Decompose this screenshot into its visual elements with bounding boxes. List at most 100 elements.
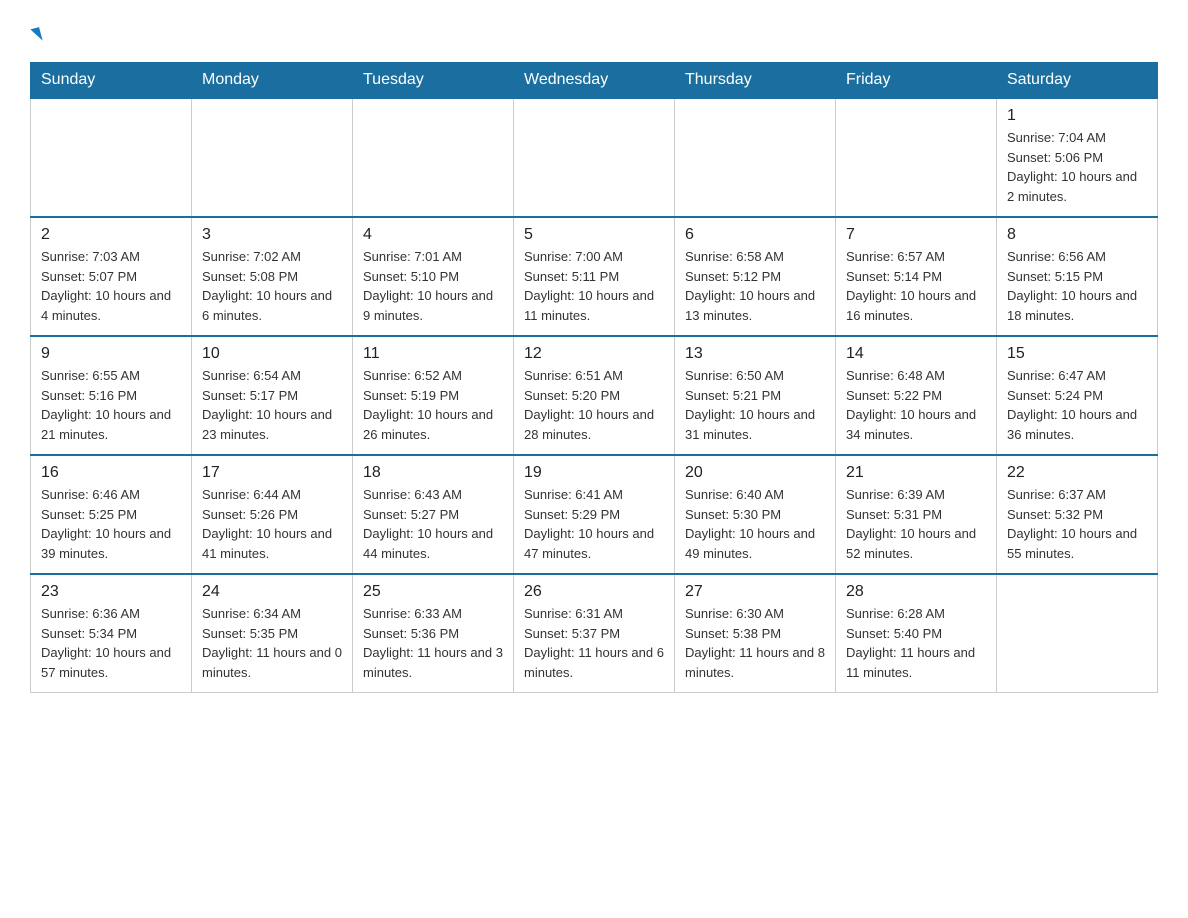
day-number: 2 xyxy=(41,226,181,244)
day-info: Sunrise: 7:03 AMSunset: 5:07 PMDaylight:… xyxy=(41,247,181,325)
day-number: 25 xyxy=(363,583,503,601)
calendar-cell: 17 Sunrise: 6:44 AMSunset: 5:26 PMDayligh… xyxy=(192,455,353,574)
calendar-cell: 5 Sunrise: 7:00 AMSunset: 5:11 PMDaylight… xyxy=(514,217,675,336)
calendar-cell: 16 Sunrise: 6:46 AMSunset: 5:25 PMDayligh… xyxy=(31,455,192,574)
calendar-cell: 7 Sunrise: 6:57 AMSunset: 5:14 PMDaylight… xyxy=(836,217,997,336)
calendar-cell: 20 Sunrise: 6:40 AMSunset: 5:30 PMDayligh… xyxy=(675,455,836,574)
day-info: Sunrise: 6:28 AMSunset: 5:40 PMDaylight:… xyxy=(846,604,986,682)
calendar-cell: 4 Sunrise: 7:01 AMSunset: 5:10 PMDaylight… xyxy=(353,217,514,336)
calendar-cell: 28 Sunrise: 6:28 AMSunset: 5:40 PMDayligh… xyxy=(836,574,997,693)
logo xyxy=(30,20,41,44)
calendar-cell: 3 Sunrise: 7:02 AMSunset: 5:08 PMDaylight… xyxy=(192,217,353,336)
day-info: Sunrise: 6:34 AMSunset: 5:35 PMDaylight:… xyxy=(202,604,342,682)
day-number: 27 xyxy=(685,583,825,601)
day-number: 23 xyxy=(41,583,181,601)
calendar-cell xyxy=(192,98,353,217)
calendar-cell: 18Sunrise: 6:43 AMSunset: 5:27 PMDayligh… xyxy=(353,455,514,574)
day-number: 13 xyxy=(685,345,825,363)
day-info: Sunrise: 6:36 AMSunset: 5:34 PMDaylight:… xyxy=(41,604,181,682)
day-number: 7 xyxy=(846,226,986,244)
calendar-cell: 26Sunrise: 6:31 AMSunset: 5:37 PMDayligh… xyxy=(514,574,675,693)
day-info: Sunrise: 6:41 AMSunset: 5:29 PMDaylight:… xyxy=(524,485,664,563)
day-number: 5 xyxy=(524,226,664,244)
calendar-cell: 8 Sunrise: 6:56 AMSunset: 5:15 PMDaylight… xyxy=(997,217,1158,336)
day-info: Sunrise: 6:48 AMSunset: 5:22 PMDaylight:… xyxy=(846,366,986,444)
day-info: Sunrise: 7:00 AMSunset: 5:11 PMDaylight:… xyxy=(524,247,664,325)
day-number: 15 xyxy=(1007,345,1147,363)
calendar-cell: 24 Sunrise: 6:34 AMSunset: 5:35 PMDayligh… xyxy=(192,574,353,693)
day-number: 4 xyxy=(363,226,503,244)
day-number: 12 xyxy=(524,345,664,363)
day-number: 1 xyxy=(1007,107,1147,125)
calendar-week-row: 16 Sunrise: 6:46 AMSunset: 5:25 PMDayligh… xyxy=(31,455,1158,574)
calendar-table: SundayMondayTuesdayWednesdayThursdayFrid… xyxy=(30,62,1158,693)
day-info: Sunrise: 6:54 AMSunset: 5:17 PMDaylight:… xyxy=(202,366,342,444)
logo-general-line xyxy=(30,20,41,44)
day-info: Sunrise: 6:39 AMSunset: 5:31 PMDaylight:… xyxy=(846,485,986,563)
day-info: Sunrise: 6:52 AMSunset: 5:19 PMDaylight:… xyxy=(363,366,503,444)
day-info: Sunrise: 6:30 AMSunset: 5:38 PMDaylight:… xyxy=(685,604,825,682)
day-number: 28 xyxy=(846,583,986,601)
day-header-thursday: Thursday xyxy=(675,63,836,99)
day-header-tuesday: Tuesday xyxy=(353,63,514,99)
day-number: 20 xyxy=(685,464,825,482)
calendar-cell: 27 Sunrise: 6:30 AMSunset: 5:38 PMDayligh… xyxy=(675,574,836,693)
calendar-cell: 21 Sunrise: 6:39 AMSunset: 5:31 PMDayligh… xyxy=(836,455,997,574)
calendar-cell xyxy=(675,98,836,217)
calendar-cell: 1 Sunrise: 7:04 AMSunset: 5:06 PMDaylight… xyxy=(997,98,1158,217)
day-number: 17 xyxy=(202,464,342,482)
calendar-week-row: 23 Sunrise: 6:36 AMSunset: 5:34 PMDayligh… xyxy=(31,574,1158,693)
day-number: 14 xyxy=(846,345,986,363)
calendar-cell xyxy=(514,98,675,217)
calendar-week-row: 1 Sunrise: 7:04 AMSunset: 5:06 PMDaylight… xyxy=(31,98,1158,217)
day-number: 22 xyxy=(1007,464,1147,482)
day-number: 8 xyxy=(1007,226,1147,244)
calendar-cell: 2 Sunrise: 7:03 AMSunset: 5:07 PMDaylight… xyxy=(31,217,192,336)
day-info: Sunrise: 6:40 AMSunset: 5:30 PMDaylight:… xyxy=(685,485,825,563)
day-number: 3 xyxy=(202,226,342,244)
day-info: Sunrise: 6:44 AMSunset: 5:26 PMDaylight:… xyxy=(202,485,342,563)
calendar-cell: 9 Sunrise: 6:55 AMSunset: 5:16 PMDaylight… xyxy=(31,336,192,455)
calendar-cell: 6 Sunrise: 6:58 AMSunset: 5:12 PMDaylight… xyxy=(675,217,836,336)
calendar-cell: 12 Sunrise: 6:51 AMSunset: 5:20 PMDayligh… xyxy=(514,336,675,455)
day-info: Sunrise: 6:31 AMSunset: 5:37 PMDaylight:… xyxy=(524,604,664,682)
calendar-cell xyxy=(31,98,192,217)
day-number: 16 xyxy=(41,464,181,482)
day-header-wednesday: Wednesday xyxy=(514,63,675,99)
day-header-sunday: Sunday xyxy=(31,63,192,99)
day-info: Sunrise: 6:58 AMSunset: 5:12 PMDaylight:… xyxy=(685,247,825,325)
logo-triangle-icon xyxy=(30,27,42,43)
day-info: Sunrise: 7:04 AMSunset: 5:06 PMDaylight:… xyxy=(1007,128,1147,206)
day-info: Sunrise: 6:46 AMSunset: 5:25 PMDaylight:… xyxy=(41,485,181,563)
day-info: Sunrise: 7:01 AMSunset: 5:10 PMDaylight:… xyxy=(363,247,503,325)
calendar-cell xyxy=(353,98,514,217)
day-info: Sunrise: 6:56 AMSunset: 5:15 PMDaylight:… xyxy=(1007,247,1147,325)
calendar-cell: 14 Sunrise: 6:48 AMSunset: 5:22 PMDayligh… xyxy=(836,336,997,455)
day-info: Sunrise: 6:57 AMSunset: 5:14 PMDaylight:… xyxy=(846,247,986,325)
day-number: 24 xyxy=(202,583,342,601)
calendar-week-row: 2 Sunrise: 7:03 AMSunset: 5:07 PMDaylight… xyxy=(31,217,1158,336)
calendar-cell: 23 Sunrise: 6:36 AMSunset: 5:34 PMDayligh… xyxy=(31,574,192,693)
calendar-cell: 13 Sunrise: 6:50 AMSunset: 5:21 PMDayligh… xyxy=(675,336,836,455)
day-info: Sunrise: 6:55 AMSunset: 5:16 PMDaylight:… xyxy=(41,366,181,444)
calendar-week-row: 9 Sunrise: 6:55 AMSunset: 5:16 PMDaylight… xyxy=(31,336,1158,455)
day-info: Sunrise: 7:02 AMSunset: 5:08 PMDaylight:… xyxy=(202,247,342,325)
calendar-header-row: SundayMondayTuesdayWednesdayThursdayFrid… xyxy=(31,63,1158,99)
day-number: 21 xyxy=(846,464,986,482)
day-header-monday: Monday xyxy=(192,63,353,99)
day-info: Sunrise: 6:33 AMSunset: 5:36 PMDaylight:… xyxy=(363,604,503,682)
day-info: Sunrise: 6:50 AMSunset: 5:21 PMDaylight:… xyxy=(685,366,825,444)
day-number: 9 xyxy=(41,345,181,363)
calendar-cell xyxy=(836,98,997,217)
page-header xyxy=(30,20,1158,44)
day-info: Sunrise: 6:51 AMSunset: 5:20 PMDaylight:… xyxy=(524,366,664,444)
day-number: 6 xyxy=(685,226,825,244)
day-info: Sunrise: 6:43 AMSunset: 5:27 PMDaylight:… xyxy=(363,485,503,563)
day-number: 11 xyxy=(363,345,503,363)
calendar-cell: 10Sunrise: 6:54 AMSunset: 5:17 PMDayligh… xyxy=(192,336,353,455)
day-header-saturday: Saturday xyxy=(997,63,1158,99)
day-info: Sunrise: 6:37 AMSunset: 5:32 PMDaylight:… xyxy=(1007,485,1147,563)
day-info: Sunrise: 6:47 AMSunset: 5:24 PMDaylight:… xyxy=(1007,366,1147,444)
calendar-cell: 15 Sunrise: 6:47 AMSunset: 5:24 PMDayligh… xyxy=(997,336,1158,455)
calendar-cell: 22 Sunrise: 6:37 AMSunset: 5:32 PMDayligh… xyxy=(997,455,1158,574)
